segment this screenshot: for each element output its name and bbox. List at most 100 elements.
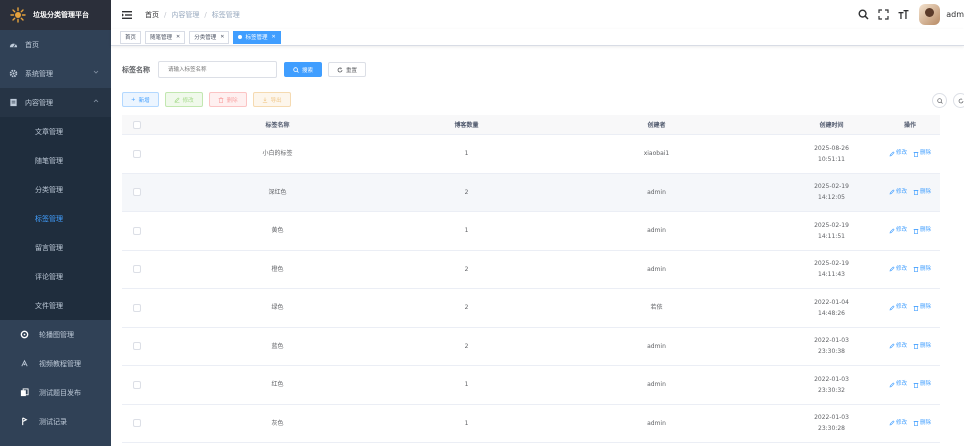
logo[interactable]: 垃圾分类管理平台: [0, 0, 111, 30]
tab-tag[interactable]: 标签管理 ✕: [233, 30, 281, 44]
created-time: 10:51:11: [818, 155, 845, 163]
font-size-icon[interactable]: [897, 9, 909, 21]
sidebar-item-video[interactable]: 视频教程管理: [0, 349, 111, 378]
cell-created-at: 2025-08-26 10:51:11: [783, 143, 880, 165]
cell-tag-name: 红色: [271, 381, 284, 389]
sidebar-subitem-message[interactable]: 留言管理: [0, 233, 111, 262]
row-edit-button[interactable]: 修改: [889, 418, 907, 429]
row-delete-button[interactable]: 删除: [913, 187, 931, 198]
tab-home[interactable]: 首页: [120, 30, 142, 44]
row-edit-button[interactable]: 修改: [889, 264, 907, 275]
table-row[interactable]: 灰色 1 admin 2022-01-03 23:30:28 修改 删除: [122, 404, 940, 443]
search-label: 标签名称: [122, 65, 150, 74]
row-edit-button[interactable]: 修改: [889, 187, 907, 198]
row-delete-button[interactable]: 删除: [913, 379, 931, 390]
sidebar-subitem-tag[interactable]: 标签管理: [0, 204, 111, 233]
sidebar-subitem-article[interactable]: 文章管理: [0, 117, 111, 146]
row-edit-button[interactable]: 修改: [889, 379, 907, 390]
cell-actions: 修改 删除: [880, 264, 940, 275]
sidebar-subitem-essay[interactable]: 随笔管理: [0, 146, 111, 175]
sidebar-item-content[interactable]: 内容管理: [0, 88, 111, 117]
row-checkbox[interactable]: [133, 188, 141, 197]
tab-essay[interactable]: 随笔管理 ✕: [145, 30, 186, 44]
reset-button-label: 重置: [346, 67, 358, 74]
select-all-checkbox[interactable]: [133, 120, 141, 129]
search-form: 标签名称 搜索 重置: [122, 61, 372, 78]
sidebar-item-system[interactable]: 系统管理: [0, 59, 111, 88]
row-delete-button[interactable]: 删除: [913, 418, 931, 429]
sidebar-item-label: 评论管理: [35, 272, 63, 281]
row-edit-button[interactable]: 修改: [889, 225, 907, 236]
sidebar-item-home[interactable]: 首页: [0, 30, 111, 59]
table-row[interactable]: 红色 1 admin 2022-01-03 23:30:32 修改 删除: [122, 366, 940, 405]
row-checkbox[interactable]: [133, 226, 141, 235]
cell-created-at: 2022-01-04 14:48:26: [783, 297, 880, 319]
row-edit-button[interactable]: 修改: [889, 302, 907, 313]
row-checkbox[interactable]: [133, 342, 141, 351]
edit-button[interactable]: 修改: [164, 92, 203, 107]
row-checkbox[interactable]: [133, 149, 141, 158]
search-icon[interactable]: [857, 9, 869, 21]
toggle-search-button[interactable]: [932, 93, 947, 108]
table-row[interactable]: 蓝色 2 admin 2022-01-03 23:30:38 修改 删除: [122, 327, 940, 366]
refresh-table-button[interactable]: [953, 93, 964, 108]
row-edit-button[interactable]: 修改: [889, 148, 907, 159]
row-edit-label: 修改: [895, 227, 907, 234]
row-checkbox[interactable]: [133, 380, 141, 389]
export-button[interactable]: 导出: [252, 92, 291, 107]
created-date: 2022-01-03: [814, 337, 849, 345]
breadcrumb-item-home[interactable]: 首页: [145, 10, 159, 20]
row-checkbox-cell: [122, 188, 152, 197]
table-row[interactable]: 黄色 1 admin 2025-02-19 14:11:51 修改 删除: [122, 212, 940, 251]
sidebar-subitem-category[interactable]: 分类管理: [0, 175, 111, 204]
close-icon[interactable]: ✕: [271, 34, 275, 40]
row-delete-button[interactable]: 删除: [913, 264, 931, 275]
created-date: 2025-02-19: [814, 183, 849, 191]
close-icon[interactable]: ✕: [176, 34, 180, 40]
delete-icon: [218, 96, 224, 103]
user-name[interactable]: adm: [946, 10, 964, 19]
sidebar-subitem-file[interactable]: 文件管理: [0, 291, 111, 320]
row-delete-button[interactable]: 删除: [913, 302, 931, 313]
row-checkbox-cell: [122, 149, 152, 158]
cell-blog-count: 2: [464, 342, 469, 350]
created-date: 2022-01-03: [814, 375, 849, 383]
created-time: 14:11:51: [818, 232, 845, 240]
table-row[interactable]: 小白的标签 1 xiaobai1 2025-08-26 10:51:11 修改 …: [122, 135, 940, 174]
table-row[interactable]: 深红色 2 admin 2025-02-19 14:12:05 修改 删除: [122, 173, 940, 212]
delete-icon: [913, 421, 919, 427]
cell-actions: 修改 删除: [880, 302, 940, 313]
row-delete-button[interactable]: 删除: [913, 225, 931, 236]
hamburger-icon[interactable]: [121, 9, 133, 21]
app-root: 垃圾分类管理平台 首页 系统管理 内容管理 文章管理 随笔管理 分类管理 标签管…: [0, 0, 964, 446]
logo-icon: [10, 7, 26, 23]
delete-button[interactable]: 删除: [208, 92, 247, 107]
sidebar-item-label: 随笔管理: [35, 156, 63, 165]
row-delete-button[interactable]: 删除: [913, 148, 931, 159]
header-actions: 操作: [903, 122, 916, 129]
row-checkbox[interactable]: [133, 265, 141, 274]
table-row[interactable]: 绿色 2 若依 2022-01-04 14:48:26 修改 删除: [122, 289, 940, 328]
fullscreen-icon[interactable]: [877, 9, 889, 21]
sidebar-subitem-comment[interactable]: 评论管理: [0, 262, 111, 291]
delete-button-label: 删除: [226, 97, 238, 104]
sidebar-item-test-record[interactable]: 测试记录: [0, 407, 111, 436]
sidebar-item-carousel[interactable]: 轮播图管理: [0, 320, 111, 349]
reset-button[interactable]: 重置: [328, 62, 367, 77]
tab-label: 分类管理: [194, 35, 217, 41]
tag-name-input[interactable]: [158, 61, 277, 78]
row-checkbox[interactable]: [133, 303, 141, 312]
header-created-at: 创建时间: [819, 122, 844, 129]
add-button[interactable]: + 新增: [122, 92, 159, 107]
table-row[interactable]: 橙色 2 admin 2025-02-19 14:11:43 修改 删除: [122, 250, 940, 289]
sidebar-item-test-publish[interactable]: 测试题目发布: [0, 378, 111, 407]
close-icon[interactable]: ✕: [220, 34, 224, 40]
cell-actions: 修改 删除: [880, 148, 940, 159]
tab-category[interactable]: 分类管理 ✕: [189, 30, 230, 44]
avatar[interactable]: [919, 4, 941, 25]
cell-actions: 修改 删除: [880, 187, 940, 198]
row-delete-button[interactable]: 删除: [913, 341, 931, 352]
row-edit-button[interactable]: 修改: [889, 341, 907, 352]
search-button[interactable]: 搜索: [284, 62, 323, 77]
row-checkbox[interactable]: [133, 419, 141, 428]
